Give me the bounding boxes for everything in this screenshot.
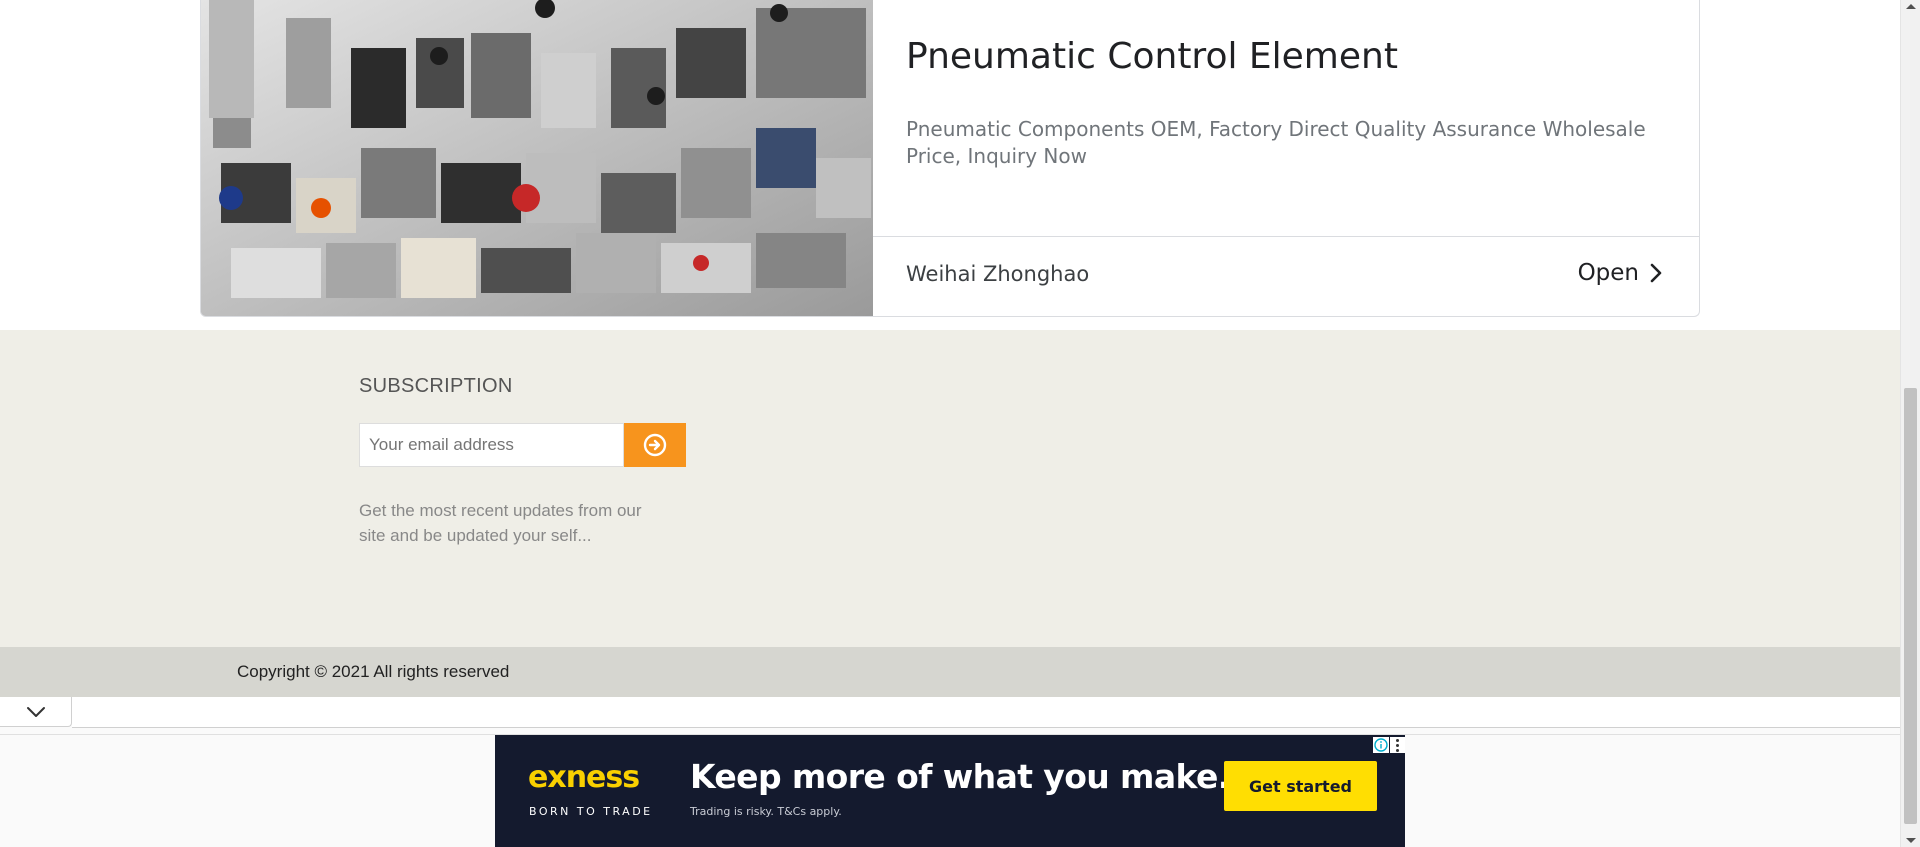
ad-body[interactable]: Pneumatic Control Element Pneumatic Comp…: [873, 0, 1699, 237]
subscription-title: SUBSCRIPTION: [359, 375, 513, 397]
adchoices-button[interactable]: [1373, 737, 1389, 753]
subscription-description: Get the most recent updates from our sit…: [359, 501, 642, 545]
page-scrollbar[interactable]: [1900, 0, 1920, 847]
kebab-dot: [1396, 743, 1399, 747]
kebab-dot: [1396, 748, 1399, 752]
ad-footer[interactable]: Weihai Zhonghao Open: [873, 238, 1699, 316]
email-input[interactable]: [359, 423, 624, 467]
chevron-right-icon: [1650, 263, 1662, 283]
copyright-text: Copyright © 2021 All rights reserved: [237, 662, 510, 681]
brand-logo: exness: [528, 760, 640, 795]
subscribe-button[interactable]: [624, 423, 686, 467]
copyright-bar: Copyright © 2021 All rights reserved: [0, 647, 1900, 697]
subscription-section: SUBSCRIPTION Get the most recent updates…: [0, 330, 1900, 647]
scrollbar-thumb[interactable]: [1904, 388, 1917, 824]
ad-open-button[interactable]: Open: [1578, 260, 1663, 286]
ad-open-label: Open: [1577, 260, 1639, 286]
banner-disclaimer: Trading is risky. T&Cs apply.: [690, 805, 842, 818]
banner-headline: Keep more of what you make.: [690, 757, 1230, 796]
exness-banner[interactable]: exness BORN TO TRADE Keep more of what y…: [495, 735, 1405, 847]
subscription-form: [359, 423, 686, 467]
ad-title[interactable]: Pneumatic Control Element: [906, 36, 1398, 77]
anchor-ad-container: exness BORN TO TRADE Keep more of what y…: [0, 697, 1900, 847]
ad-advertiser: Weihai Zhonghao: [906, 262, 1090, 286]
ad-description: Pneumatic Components OEM, Factory Direct…: [906, 117, 1646, 168]
chevron-down-icon: [26, 706, 45, 717]
get-started-button[interactable]: Get started: [1224, 761, 1377, 811]
pneumatic-components-photo: [201, 0, 873, 316]
ad-menu-button[interactable]: [1390, 737, 1405, 753]
ad-image[interactable]: [201, 0, 873, 316]
kebab-menu-icon: [1396, 738, 1399, 742]
scroll-down-arrow-icon[interactable]: [1906, 838, 1916, 843]
page: Pneumatic Control Element Pneumatic Comp…: [0, 0, 1920, 847]
circle-arrow-right-icon: [643, 433, 667, 457]
ad-card[interactable]: Pneumatic Control Element Pneumatic Comp…: [200, 0, 1700, 317]
info-icon: [1374, 738, 1388, 752]
collapse-ad-button[interactable]: [0, 697, 1900, 728]
brand-tagline: BORN TO TRADE: [529, 805, 653, 818]
scroll-up-arrow-icon[interactable]: [1906, 4, 1916, 9]
